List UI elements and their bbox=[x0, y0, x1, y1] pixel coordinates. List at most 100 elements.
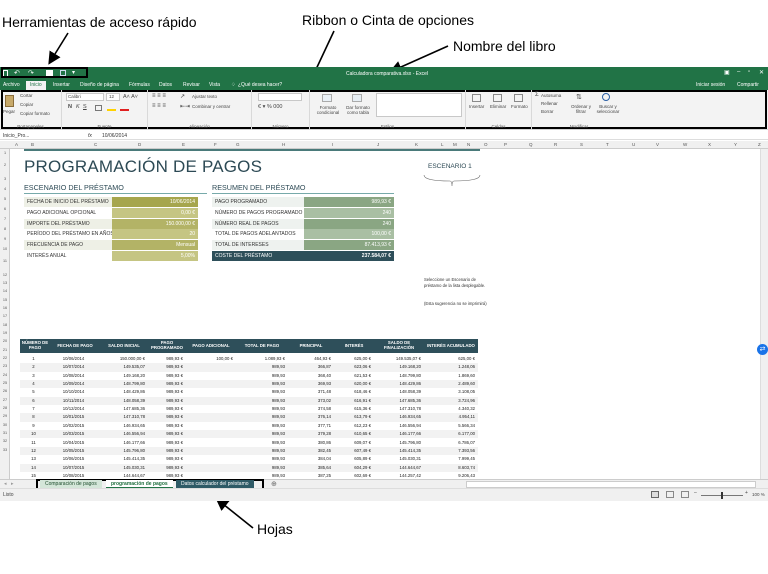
menu-revisar[interactable]: Revisar bbox=[183, 82, 200, 88]
loan-value[interactable]: 5,00% bbox=[112, 251, 198, 261]
table-cell[interactable]: 607,49 € bbox=[334, 447, 371, 455]
table-cell[interactable]: 464,93 € bbox=[288, 355, 331, 363]
table-cell[interactable]: 989,93 bbox=[236, 422, 285, 430]
row-header[interactable]: 26 bbox=[0, 389, 10, 393]
table-cell[interactable] bbox=[186, 447, 233, 455]
wrap-text-button[interactable]: Ajustar texto bbox=[192, 94, 217, 99]
table-cell[interactable]: 989,93 € bbox=[148, 464, 183, 472]
row-header[interactable]: 31 bbox=[0, 431, 10, 435]
column-header[interactable]: J bbox=[377, 142, 379, 147]
table-cell[interactable]: 989,93 € bbox=[148, 380, 183, 388]
table-cell[interactable]: 387,25 bbox=[288, 472, 331, 479]
table-cell[interactable]: 625,00 € bbox=[334, 355, 371, 363]
table-cell[interactable]: 6 bbox=[20, 397, 47, 405]
loan-value[interactable]: 10/06/2014 bbox=[112, 197, 198, 207]
paste-icon[interactable] bbox=[5, 95, 14, 107]
column-header[interactable]: E bbox=[182, 142, 185, 147]
table-cell[interactable]: 150.000,00 € bbox=[100, 355, 145, 363]
table-cell[interactable]: 989,93 bbox=[236, 413, 285, 421]
row-header[interactable]: 11 bbox=[0, 259, 10, 263]
table-cell[interactable]: 6.177,00 bbox=[424, 430, 475, 438]
table-cell[interactable]: 380,86 bbox=[288, 439, 331, 447]
table-cell[interactable]: 149.535,07 bbox=[100, 363, 145, 371]
table-cell[interactable]: 10/04/2015 bbox=[50, 439, 97, 447]
row-header[interactable]: 5 bbox=[0, 197, 10, 201]
column-header[interactable]: H bbox=[282, 142, 285, 147]
cut-button[interactable]: Cortar bbox=[20, 93, 33, 98]
table-cell[interactable]: 10/12/2014 bbox=[50, 405, 97, 413]
column-header[interactable]: D bbox=[138, 142, 141, 147]
menu-insertar[interactable]: Insertar bbox=[53, 82, 70, 88]
table-cell[interactable]: 376,14 bbox=[288, 413, 331, 421]
loan-value[interactable]: 0,00 € bbox=[112, 207, 198, 218]
table-cell[interactable] bbox=[186, 388, 233, 396]
menu-diseno[interactable]: Diseño de página bbox=[80, 82, 119, 88]
delete-cells-button[interactable]: Eliminar bbox=[490, 104, 506, 109]
tab-scroll-right-icon[interactable]: ▸ bbox=[11, 481, 14, 487]
loan-value[interactable]: 150.000,00 € bbox=[112, 218, 198, 229]
table-cell[interactable]: 989,93 € bbox=[148, 439, 183, 447]
table-cell[interactable]: 989,93 € bbox=[148, 372, 183, 380]
column-header[interactable]: C bbox=[94, 142, 97, 147]
page-break-icon[interactable] bbox=[681, 491, 689, 498]
table-cell[interactable]: 148.058,39 bbox=[374, 388, 421, 396]
table-cell[interactable]: 146.177,66 bbox=[100, 439, 145, 447]
table-cell[interactable]: 146.177,66 bbox=[374, 430, 421, 438]
table-cell[interactable]: 149.535,07 € bbox=[374, 355, 421, 363]
percent-icon[interactable]: € ▾ % 000 bbox=[258, 104, 282, 110]
table-cell[interactable]: 146.556,94 bbox=[100, 430, 145, 438]
row-header[interactable]: 30 bbox=[0, 423, 10, 427]
table-cell[interactable]: 10/01/2015 bbox=[50, 413, 97, 421]
table-cell[interactable]: 10 bbox=[20, 430, 47, 438]
orientation-icon[interactable]: ↗ bbox=[180, 93, 185, 100]
table-cell[interactable]: 5.566,34 bbox=[424, 422, 475, 430]
table-cell[interactable]: 989,93 bbox=[236, 405, 285, 413]
column-header[interactable]: M bbox=[453, 142, 457, 147]
zoom-in-icon[interactable]: + bbox=[745, 490, 748, 496]
table-cell[interactable]: 148.799,80 bbox=[100, 380, 145, 388]
table-cell[interactable]: 620,00 € bbox=[334, 380, 371, 388]
table-cell[interactable]: 145.414,35 bbox=[374, 447, 421, 455]
table-format-button[interactable]: Dar formato como tabla bbox=[345, 105, 371, 115]
table-cell[interactable]: 149.168,20 bbox=[374, 363, 421, 371]
table-cell[interactable]: 989,93 bbox=[236, 372, 285, 380]
menu-vista[interactable]: Vista bbox=[209, 82, 220, 88]
table-cell[interactable]: 10/02/2015 bbox=[50, 422, 97, 430]
table-cell[interactable]: 605,89 € bbox=[334, 455, 371, 463]
table-format-icon[interactable] bbox=[352, 94, 362, 102]
column-header[interactable]: Q bbox=[529, 142, 533, 147]
column-header[interactable]: G bbox=[236, 142, 240, 147]
zoom-handle[interactable] bbox=[721, 492, 723, 499]
table-cell[interactable]: 7.999,45 bbox=[424, 455, 475, 463]
table-cell[interactable]: 989,93 € bbox=[148, 430, 183, 438]
copy-button[interactable]: Copiar bbox=[20, 102, 33, 107]
formula-input[interactable]: 10/06/2014 bbox=[102, 133, 127, 139]
table-cell[interactable]: 9.206,43 bbox=[424, 472, 475, 479]
row-header[interactable]: 22 bbox=[0, 356, 10, 360]
table-cell[interactable]: 1.248,06 bbox=[424, 363, 475, 371]
table-cell[interactable]: 11 bbox=[20, 439, 47, 447]
table-cell[interactable]: 610,65 € bbox=[334, 430, 371, 438]
table-cell[interactable]: 8 bbox=[20, 413, 47, 421]
table-cell[interactable] bbox=[186, 405, 233, 413]
sort-filter-button[interactable]: Ordenar y filtrar bbox=[570, 104, 592, 114]
row-header[interactable]: 19 bbox=[0, 331, 10, 335]
menu-formulas[interactable]: Fórmulas bbox=[129, 82, 150, 88]
loan-value[interactable]: Mensual bbox=[112, 240, 198, 251]
table-cell[interactable]: 146.556,94 bbox=[374, 422, 421, 430]
column-header[interactable]: S bbox=[580, 142, 583, 147]
table-cell[interactable]: 145.414,35 bbox=[100, 455, 145, 463]
table-cell[interactable]: 1 bbox=[20, 355, 47, 363]
table-cell[interactable]: 10/08/2014 bbox=[50, 372, 97, 380]
table-cell[interactable]: 12 bbox=[20, 447, 47, 455]
row-header[interactable]: 23 bbox=[0, 364, 10, 368]
table-cell[interactable]: 14 bbox=[20, 464, 47, 472]
row-header[interactable]: 28 bbox=[0, 406, 10, 410]
insert-cells-button[interactable]: Insertar bbox=[469, 104, 484, 109]
table-cell[interactable]: 147.310,78 bbox=[374, 405, 421, 413]
loan-value[interactable]: 20 bbox=[112, 229, 198, 240]
table-cell[interactable]: 148.799,80 bbox=[374, 372, 421, 380]
table-cell[interactable]: 989,93 € bbox=[148, 447, 183, 455]
menu-inicio[interactable]: Inicio bbox=[26, 81, 46, 90]
row-header[interactable]: 8 bbox=[0, 227, 10, 231]
